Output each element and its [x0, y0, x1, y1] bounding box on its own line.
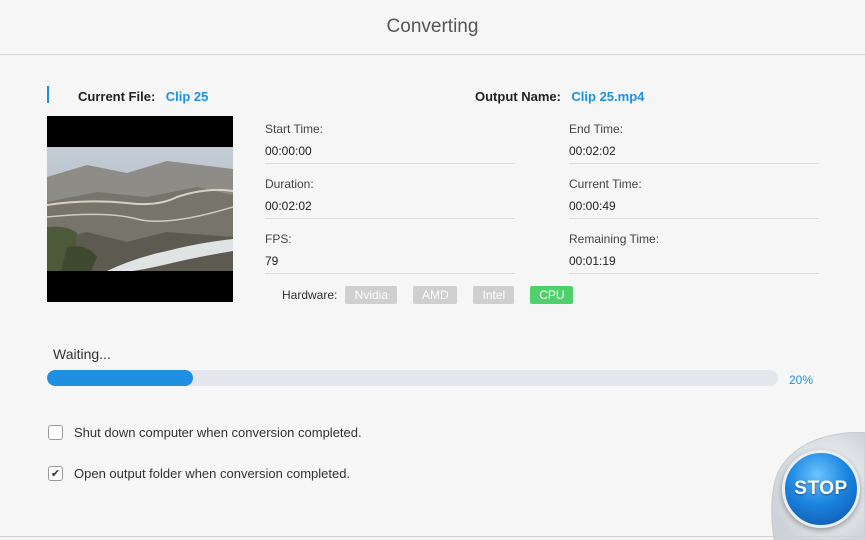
hardware-selector: Hardware: Nvidia AMD Intel CPU — [282, 286, 589, 304]
output-name-value: Clip 25.mp4 — [571, 89, 645, 104]
duration-label: Duration: — [265, 177, 314, 191]
remaining-time-field: Remaining Time: 00:01:19 — [569, 226, 819, 274]
start-time-field: Start Time: 00:00:00 — [265, 116, 515, 164]
end-time-field: End Time: 00:02:02 — [569, 116, 819, 164]
conversion-status: Waiting... — [53, 346, 111, 362]
landscape-thumbnail-image — [47, 147, 233, 271]
stop-button[interactable]: STOP — [782, 450, 860, 528]
bottom-divider — [0, 536, 865, 537]
remaining-time-label: Remaining Time: — [569, 232, 660, 246]
output-name-label: Output Name: — [475, 89, 561, 104]
end-time-label: End Time: — [569, 122, 624, 136]
hardware-label: Hardware: — [282, 288, 338, 302]
current-file: Current File: Clip 25 — [78, 88, 208, 106]
video-thumbnail — [47, 116, 233, 302]
hardware-chip-intel[interactable]: Intel — [473, 286, 515, 304]
current-file-value: Clip 25 — [165, 89, 209, 104]
progress-bar-fill — [47, 370, 194, 386]
shutdown-option[interactable]: Shut down computer when conversion compl… — [48, 425, 362, 440]
open-folder-checkbox[interactable]: ✔ — [48, 466, 63, 481]
fps-label: FPS: — [265, 232, 292, 246]
fps-value: 79 — [265, 254, 279, 268]
duration-value: 00:02:02 — [265, 199, 312, 213]
shutdown-option-label[interactable]: Shut down computer when conversion compl… — [74, 425, 362, 440]
stop-button-well: STOP — [760, 432, 865, 540]
title-bar: Converting — [0, 0, 865, 55]
open-folder-option[interactable]: ✔ Open output folder when conversion com… — [48, 466, 350, 481]
shutdown-checkbox[interactable] — [48, 425, 63, 440]
section-accent-bar — [47, 86, 49, 103]
output-name: Output Name: Clip 25.mp4 — [475, 88, 644, 106]
hardware-chip-cpu[interactable]: CPU — [530, 286, 574, 304]
duration-field: Duration: 00:02:02 — [265, 171, 515, 219]
remaining-time-value: 00:01:19 — [569, 254, 616, 268]
progress-percent: 20% — [789, 373, 814, 387]
start-time-value: 00:00:00 — [265, 144, 312, 158]
current-time-label: Current Time: — [569, 177, 642, 191]
open-folder-option-label[interactable]: Open output folder when conversion compl… — [74, 466, 350, 481]
fps-field: FPS: 79 — [265, 226, 515, 274]
end-time-value: 00:02:02 — [569, 144, 616, 158]
hardware-chip-nvidia[interactable]: Nvidia — [345, 286, 398, 304]
start-time-label: Start Time: — [265, 122, 324, 136]
current-time-field: Current Time: 00:00:49 — [569, 171, 819, 219]
stop-button-label[interactable]: STOP — [794, 478, 847, 500]
current-time-value: 00:00:49 — [569, 199, 616, 213]
window-title: Converting — [386, 16, 479, 37]
progress-bar — [47, 370, 778, 386]
current-file-label: Current File: — [78, 89, 156, 104]
hardware-chip-amd[interactable]: AMD — [413, 286, 458, 304]
